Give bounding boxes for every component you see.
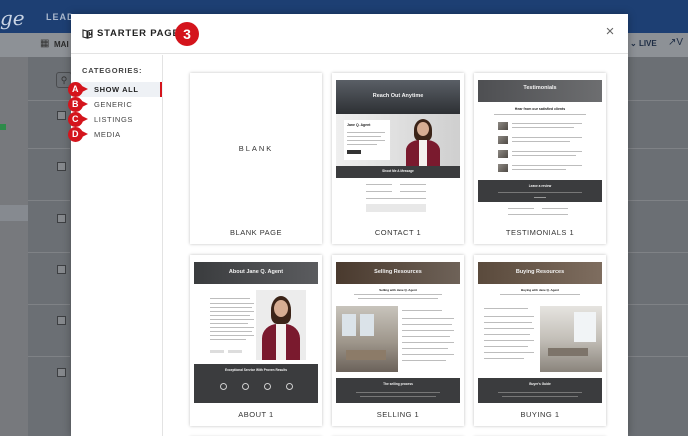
thumb-section-title: Hear from our satisfied clients: [514, 107, 566, 111]
thumb-agent-portrait: [402, 118, 444, 166]
thumb-agent-portrait: [256, 290, 306, 360]
row-checkbox[interactable]: [57, 368, 66, 377]
callout-badge: A: [68, 82, 94, 97]
category-label: MEDIA: [94, 130, 121, 139]
bg-divider: [28, 100, 70, 101]
thumb-agent-card: Jane Q. Agent: [344, 120, 390, 160]
category-listings[interactable]: C LISTINGS: [68, 112, 163, 127]
thumb-agent-name: Jane Q. Agent: [347, 123, 371, 127]
template-card-testimonials[interactable]: Testimonials Hear from our satisfied cli…: [474, 73, 606, 244]
thumb-hero: Reach Out Anytime: [336, 80, 460, 114]
callout-badge: B: [68, 97, 94, 112]
template-thumbnail: BLANK: [194, 80, 318, 221]
template-grid: BLANK BLANK PAGE Reach Out Anytime Jane …: [164, 55, 628, 436]
thumb-banner-title: Buyer's Guide: [529, 382, 551, 386]
category-media[interactable]: D MEDIA: [68, 127, 163, 142]
template-thumbnail: Buying Resources Buying with Jane Q. Age…: [478, 262, 602, 403]
category-show-all[interactable]: A SHOW ALL: [68, 82, 163, 97]
template-card-about[interactable]: About Jane Q. Agent Exceptional Service …: [190, 255, 322, 426]
template-card-contact[interactable]: Reach Out Anytime Jane Q. Agent Shoot Me…: [332, 73, 464, 244]
row-checkbox[interactable]: [57, 316, 66, 325]
bg-divider: [28, 304, 70, 305]
callout-badge: C: [68, 112, 94, 127]
grid-icon[interactable]: ▦: [40, 39, 50, 49]
row-checkbox[interactable]: [57, 265, 66, 274]
thumb-banner: The selling process: [336, 378, 460, 403]
row-checkbox[interactable]: [57, 111, 66, 120]
bg-divider: [628, 148, 688, 149]
thumb-banner: Buyer's Guide: [478, 378, 602, 403]
template-caption: CONTACT 1: [374, 228, 422, 237]
thumb-hero-title: Buying Resources: [515, 269, 565, 275]
thumb-hero: Testimonials: [478, 80, 602, 102]
step-badge: 3: [175, 22, 199, 46]
thumb-banner: Exceptional Service With Proven Results: [194, 364, 318, 403]
template-thumbnail: Selling Resources Selling with Jane Q. A…: [336, 262, 460, 403]
modal-header: STARTER PAGES: 3 ×: [71, 14, 628, 54]
thumb-banner: Leave a review: [478, 180, 602, 202]
thumb-hero-title: Testimonials: [523, 85, 557, 91]
status-indicator: [0, 124, 6, 130]
thumb-banner-title: Exceptional Service With Proven Results: [225, 368, 287, 372]
bg-divider: [28, 252, 70, 253]
thumb-hero-title: Reach Out Anytime: [372, 93, 424, 99]
close-icon: ×: [605, 23, 615, 40]
thumb-room-photo: [540, 306, 602, 372]
app-sidebar: [0, 57, 28, 436]
thumb-hero: Selling Resources: [336, 262, 460, 284]
thumb-section-title: Buying with Jane Q. Agent: [521, 288, 559, 292]
template-caption: TESTIMONIALS 1: [505, 228, 575, 237]
live-dropdown[interactable]: ⌄ LIVE: [630, 39, 657, 48]
thumb-hero-title: About Jane Q. Agent: [228, 269, 284, 275]
categories-heading: CATEGORIES:: [82, 66, 143, 75]
template-card-buying[interactable]: Buying Resources Buying with Jane Q. Age…: [474, 255, 606, 426]
template-thumbnail: About Jane Q. Agent Exceptional Service …: [194, 262, 318, 403]
callout-badge: D: [68, 127, 94, 142]
blank-thumb-word: BLANK: [238, 144, 274, 153]
thumb-hero-title: Selling Resources: [374, 269, 422, 275]
template-card-selling[interactable]: Selling Resources Selling with Jane Q. A…: [332, 255, 464, 426]
thumb-banner: Shoot Me A Message: [336, 166, 460, 178]
category-generic[interactable]: B GENERIC: [68, 97, 163, 112]
bg-divider: [628, 304, 688, 305]
template-caption: ABOUT 1: [238, 410, 274, 419]
view-label: V: [676, 37, 684, 48]
template-caption: SELLING 1: [376, 410, 420, 419]
bg-divider: [628, 100, 688, 101]
close-button[interactable]: ×: [603, 24, 617, 40]
row-checkbox[interactable]: [57, 214, 66, 223]
thumb-banner-title: Shoot Me A Message: [382, 169, 414, 173]
bg-divider: [628, 252, 688, 253]
category-label: GENERIC: [94, 100, 133, 109]
bg-divider: [28, 356, 70, 357]
template-thumbnail: Testimonials Hear from our satisfied cli…: [478, 80, 602, 221]
thumb-room-photo: [336, 306, 398, 372]
toolbar-main-label[interactable]: MAI: [54, 40, 69, 49]
template-caption: BUYING 1: [520, 410, 560, 419]
book-open-icon: [82, 29, 93, 39]
thumb-banner-title: The selling process: [383, 382, 413, 386]
live-label: LIVE: [638, 39, 657, 48]
bg-divider: [628, 356, 688, 357]
thumb-hero: Buying Resources: [478, 262, 602, 284]
sidebar-selected-row: [0, 205, 28, 221]
starter-pages-modal: STARTER PAGES: 3 × CATEGORIES: A SHOW AL…: [68, 14, 628, 436]
bg-divider: [28, 200, 70, 201]
template-caption: BLANK PAGE: [230, 228, 282, 237]
app-logo: ge: [0, 6, 25, 30]
bg-divider: [628, 200, 688, 201]
categories-panel: CATEGORIES: A SHOW ALL B GENERIC C LISTI…: [68, 55, 163, 436]
thumb-hero: About Jane Q. Agent: [194, 262, 318, 284]
template-card-blank[interactable]: BLANK BLANK PAGE: [190, 73, 322, 244]
row-checkbox[interactable]: [57, 162, 66, 171]
thumb-section-title: Selling with Jane Q. Agent: [379, 288, 417, 292]
bg-divider: [28, 148, 70, 149]
template-thumbnail: Reach Out Anytime Jane Q. Agent Shoot Me…: [336, 80, 460, 221]
category-label: LISTINGS: [94, 115, 133, 124]
thumb-banner-title: Leave a review: [528, 184, 552, 188]
category-label: SHOW ALL: [94, 85, 139, 94]
external-link-icon[interactable]: ↗V: [668, 37, 683, 48]
